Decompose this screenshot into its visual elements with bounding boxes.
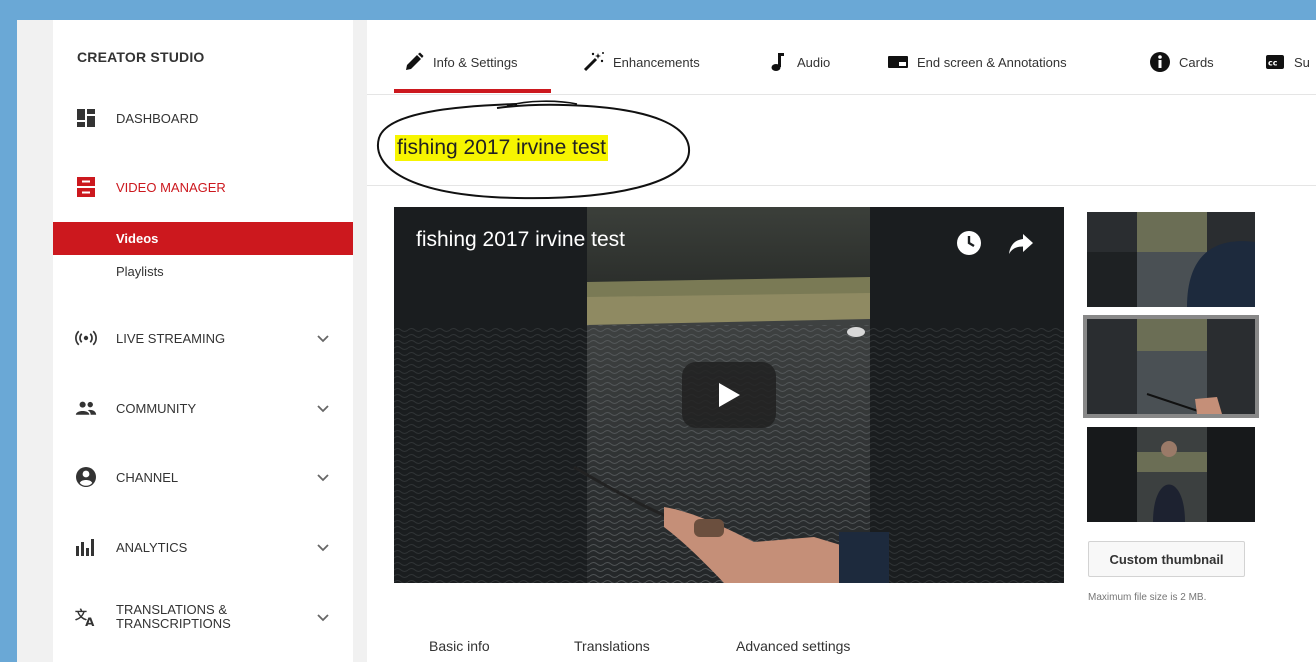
max-file-size-note: Maximum file size is 2 MB. (1088, 592, 1207, 603)
player-title[interactable]: fishing 2017 irvine test (416, 228, 625, 252)
info-icon (1149, 51, 1171, 73)
sidebar-item-dashboard[interactable]: DASHBOARD (53, 98, 353, 138)
sidebar-item-label: CHANNEL (116, 469, 179, 485)
end-screen-icon (887, 51, 909, 73)
sidebar-item-video-manager[interactable]: VIDEO MANAGER (53, 167, 353, 207)
watch-later-icon[interactable] (955, 229, 983, 257)
magic-wand-icon (583, 51, 605, 73)
svg-text:cc: cc (1268, 59, 1278, 68)
tab-label: Su (1294, 54, 1310, 70)
music-note-icon (767, 51, 789, 73)
sidebar-item-label: TRANSLATIONS & TRANSCRIPTIONS (116, 603, 231, 631)
sidebar-item-label: COMMUNITY (116, 400, 197, 416)
sidebar-item-label: VIDEO MANAGER (116, 179, 226, 195)
video-title[interactable]: fishing 2017 irvine test (395, 135, 608, 161)
community-icon (75, 397, 97, 419)
video-player[interactable]: fishing 2017 irvine test (394, 207, 1064, 583)
tab-subtitles[interactable]: cc Su (1264, 50, 1310, 74)
share-icon[interactable] (1007, 229, 1035, 257)
tab-label: Audio (797, 54, 831, 70)
tab-advanced-settings[interactable]: Advanced settings (736, 638, 850, 654)
thumbnail-option[interactable] (1087, 212, 1255, 307)
tab-end-screen[interactable]: End screen & Annotations (887, 50, 1067, 74)
thumbnail-option-selected[interactable] (1083, 315, 1259, 418)
channel-icon (75, 466, 97, 488)
tab-label: Info & Settings (433, 54, 518, 70)
sidebar-item-label: DASHBOARD (116, 110, 199, 126)
thumbnail-picker (1083, 212, 1267, 532)
app-frame: CREATOR STUDIO DASHBOARD VIDEO MANAGER V… (17, 20, 1316, 662)
live-streaming-icon (75, 327, 97, 349)
tab-translations[interactable]: Translations (574, 638, 650, 654)
tab-basic-info[interactable]: Basic info (429, 638, 490, 654)
chevron-down-icon[interactable] (315, 539, 331, 555)
play-button[interactable] (682, 362, 776, 428)
pencil-icon (403, 51, 425, 73)
sidebar-item-live-streaming[interactable]: LIVE STREAMING (53, 318, 353, 358)
closed-captions-icon: cc (1264, 51, 1286, 73)
sidebar-item-label-line1: TRANSLATIONS & (116, 602, 228, 617)
play-icon (719, 383, 740, 407)
tab-cards[interactable]: Cards (1149, 50, 1214, 74)
sidebar-item-label: ANALYTICS (116, 539, 188, 555)
tab-audio[interactable]: Audio (767, 50, 830, 74)
sidebar-item-label: LIVE STREAMING (116, 330, 226, 346)
main-content: Info & Settings Enhancements Audio End s… (367, 20, 1316, 662)
analytics-icon (75, 536, 97, 558)
chevron-down-icon[interactable] (315, 400, 331, 416)
tab-label: Enhancements (613, 54, 700, 70)
brand-title[interactable]: CREATOR STUDIO (77, 49, 205, 65)
active-tab-indicator (394, 89, 551, 93)
sidebar: CREATOR STUDIO DASHBOARD VIDEO MANAGER V… (53, 20, 353, 662)
svg-text:A: A (85, 615, 95, 628)
sidebar-subitem-videos[interactable]: Videos (53, 222, 353, 255)
sidebar-item-analytics[interactable]: ANALYTICS (53, 527, 353, 567)
chevron-down-icon[interactable] (315, 469, 331, 485)
tab-label: End screen & Annotations (917, 54, 1067, 70)
custom-thumbnail-button[interactable]: Custom thumbnail (1088, 541, 1245, 577)
dashboard-icon (75, 107, 97, 129)
sidebar-item-label-line2: TRANSCRIPTIONS (116, 616, 231, 631)
chevron-down-icon[interactable] (315, 330, 331, 346)
sidebar-subitem-playlists[interactable]: Playlists (53, 255, 353, 288)
sidebar-item-translations[interactable]: 文A TRANSLATIONS & TRANSCRIPTIONS (53, 597, 353, 637)
sidebar-item-community[interactable]: COMMUNITY (53, 388, 353, 428)
title-row: fishing 2017 irvine test (367, 96, 1316, 200)
chevron-down-icon[interactable] (315, 609, 331, 625)
tab-label: Cards (1179, 54, 1214, 70)
tab-enhancements[interactable]: Enhancements (583, 50, 700, 74)
video-manager-icon (75, 176, 97, 198)
translate-icon: 文A (75, 606, 97, 628)
edit-tabs: Info & Settings Enhancements Audio End s… (367, 20, 1316, 95)
tab-info-settings[interactable]: Info & Settings (403, 50, 518, 74)
sidebar-item-channel[interactable]: CHANNEL (53, 457, 353, 497)
thumbnail-option[interactable] (1087, 427, 1255, 522)
